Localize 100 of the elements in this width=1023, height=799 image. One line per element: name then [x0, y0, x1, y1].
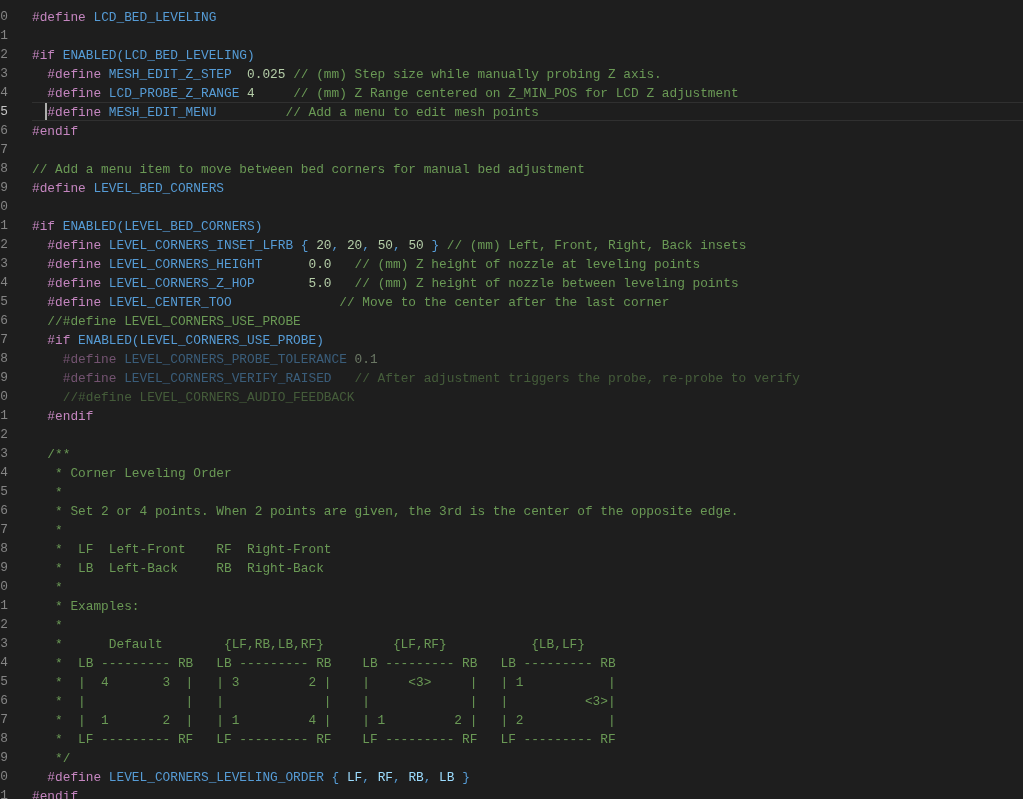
number-literal: 5.0 [308, 276, 332, 291]
macro-name: ENABLED(LEVEL_CORNERS_USE_PROBE) [78, 333, 324, 348]
code-comment: // Add a menu item to move between bed corners for manual bed adjustment [32, 162, 585, 177]
directive: #if [47, 333, 71, 348]
number-literal: 20 [346, 238, 363, 253]
text-cursor [45, 103, 48, 120]
line-number: 2 [0, 616, 8, 634]
code-comment: */ [55, 751, 71, 766]
directive: #define [32, 181, 86, 196]
code-comment: * Examples: [55, 599, 140, 614]
macro-name: LCD_BED_LEVELING [93, 10, 217, 25]
line-number: 7 [0, 141, 8, 159]
punctuation: , [393, 770, 401, 785]
line-number: 9 [0, 749, 8, 767]
directive: #define [47, 86, 102, 101]
line-number: 0 [0, 578, 8, 596]
directive: #if [32, 48, 56, 63]
line-number: 8 [0, 540, 8, 558]
number-literal: 0.0 [308, 257, 332, 272]
line-number: 5 [0, 103, 8, 121]
line-number: 0 [0, 8, 8, 26]
macro-name: MESH_EDIT_MENU [108, 105, 217, 120]
line-number: 6 [0, 692, 8, 710]
line-number: 1 [0, 27, 8, 45]
macro-name: LEVEL_CORNERS_INSET_LFRB [108, 238, 294, 253]
macro-name: LEVEL_CORNERS_HEIGHT [108, 257, 263, 272]
directive: #define [32, 10, 86, 25]
directive: #define [47, 238, 102, 253]
directive: #if [32, 219, 56, 234]
line-number: 2 [0, 46, 8, 64]
identifier: LF [346, 770, 363, 785]
directive: #endif [47, 409, 94, 424]
number-literal: 0.1 [354, 352, 378, 367]
line-number: 5 [0, 483, 8, 501]
macro-name: LCD_PROBE_Z_RANGE [108, 86, 240, 101]
macro-name: LEVEL_CORNERS_PROBE_TOLERANCE [124, 352, 347, 367]
directive: #define [47, 67, 102, 82]
macro-name: LEVEL_CORNERS_LEVELING_ORDER [108, 770, 324, 785]
number-literal: 0.025 [247, 67, 286, 82]
code-comment: * LB Left-Back RB Right-Back [55, 561, 324, 576]
code-comment: //#define LEVEL_CORNERS_USE_PROBE [47, 314, 301, 329]
code-comment: //#define LEVEL_CORNERS_AUDIO_FEEDBACK [62, 390, 355, 405]
number-literal: 50 [377, 238, 393, 253]
number-literal: 50 [408, 238, 424, 253]
macro-name: LEVEL_CENTER_TOO [108, 295, 232, 310]
code-comment: * Corner Leveling Order [55, 466, 232, 481]
line-number: 3 [0, 65, 8, 83]
line-number: 4 [0, 654, 8, 672]
code-comment: * LF --------- RF LF --------- RF LF --------- RF LF --------- RF [55, 732, 616, 747]
line-number: 8 [0, 730, 8, 748]
line-number: 9 [0, 179, 8, 197]
code-comment: * | | | | | | | <3>| [55, 694, 616, 709]
line-number: 4 [0, 274, 8, 292]
line-number: 2 [0, 236, 8, 254]
directive: #define [62, 371, 117, 386]
code-comment: /** [47, 447, 71, 462]
code-comment: * [55, 580, 63, 595]
line-number: 8 [0, 350, 8, 368]
line-number: 4 [0, 464, 8, 482]
code-comment: * | 4 3 | | 3 2 | | <3> | | 1 | [55, 675, 616, 690]
line-number: 1 [0, 407, 8, 425]
line-number: 3 [0, 445, 8, 463]
macro-name: LEVEL_CORNERS_Z_HOP [108, 276, 255, 291]
code-comment: * [55, 485, 63, 500]
line-number: 7 [0, 521, 8, 539]
code-comment: // (mm) Z Range centered on Z_MIN_POS for LCD Z adjustment [293, 86, 739, 101]
directive: #define [47, 105, 102, 120]
punctuation: } [431, 238, 440, 253]
line-number: 3 [0, 255, 8, 273]
line-number: 1 [0, 217, 8, 235]
line-number: 5 [0, 293, 8, 311]
line-number: 0 [0, 198, 8, 216]
directive: #define [47, 276, 102, 291]
identifier: LB [439, 770, 455, 785]
code-comment: * LF Left-Front RF Right-Front [55, 542, 332, 557]
line-number: 7 [0, 711, 8, 729]
punctuation: , [362, 770, 370, 785]
macro-name: ENABLED(LEVEL_BED_CORNERS) [62, 219, 263, 234]
code-comment: // (mm) Z height of nozzle between leveling points [354, 276, 739, 291]
line-number: 0 [0, 388, 8, 406]
code-comment: // After adjustment triggers the probe, re-probe to verify [354, 371, 800, 386]
code-comment: // (mm) Z height of nozzle at leveling points [354, 257, 701, 272]
line-number: 7 [0, 331, 8, 349]
punctuation: } [462, 770, 470, 785]
code-comment: // (mm) Step size while manually probing Z axis. [293, 67, 662, 82]
punctuation: { [331, 770, 340, 785]
code-comment: // Move to the center after the last corner [339, 295, 670, 310]
macro-name: LEVEL_BED_CORNERS [93, 181, 224, 196]
line-number: 8 [0, 160, 8, 178]
identifier: RF [377, 770, 393, 785]
line-number: 9 [0, 559, 8, 577]
line-number: 6 [0, 312, 8, 330]
line-number: 1 [0, 787, 8, 799]
macro-name: LEVEL_CORNERS_VERIFY_RAISED [124, 371, 332, 386]
macro-name: ENABLED(LCD_BED_LEVELING) [62, 48, 255, 63]
punctuation: , [393, 238, 401, 253]
punctuation: , [331, 238, 340, 253]
directive: #define [47, 770, 102, 785]
directive: #define [62, 352, 117, 367]
directive: #define [47, 295, 102, 310]
